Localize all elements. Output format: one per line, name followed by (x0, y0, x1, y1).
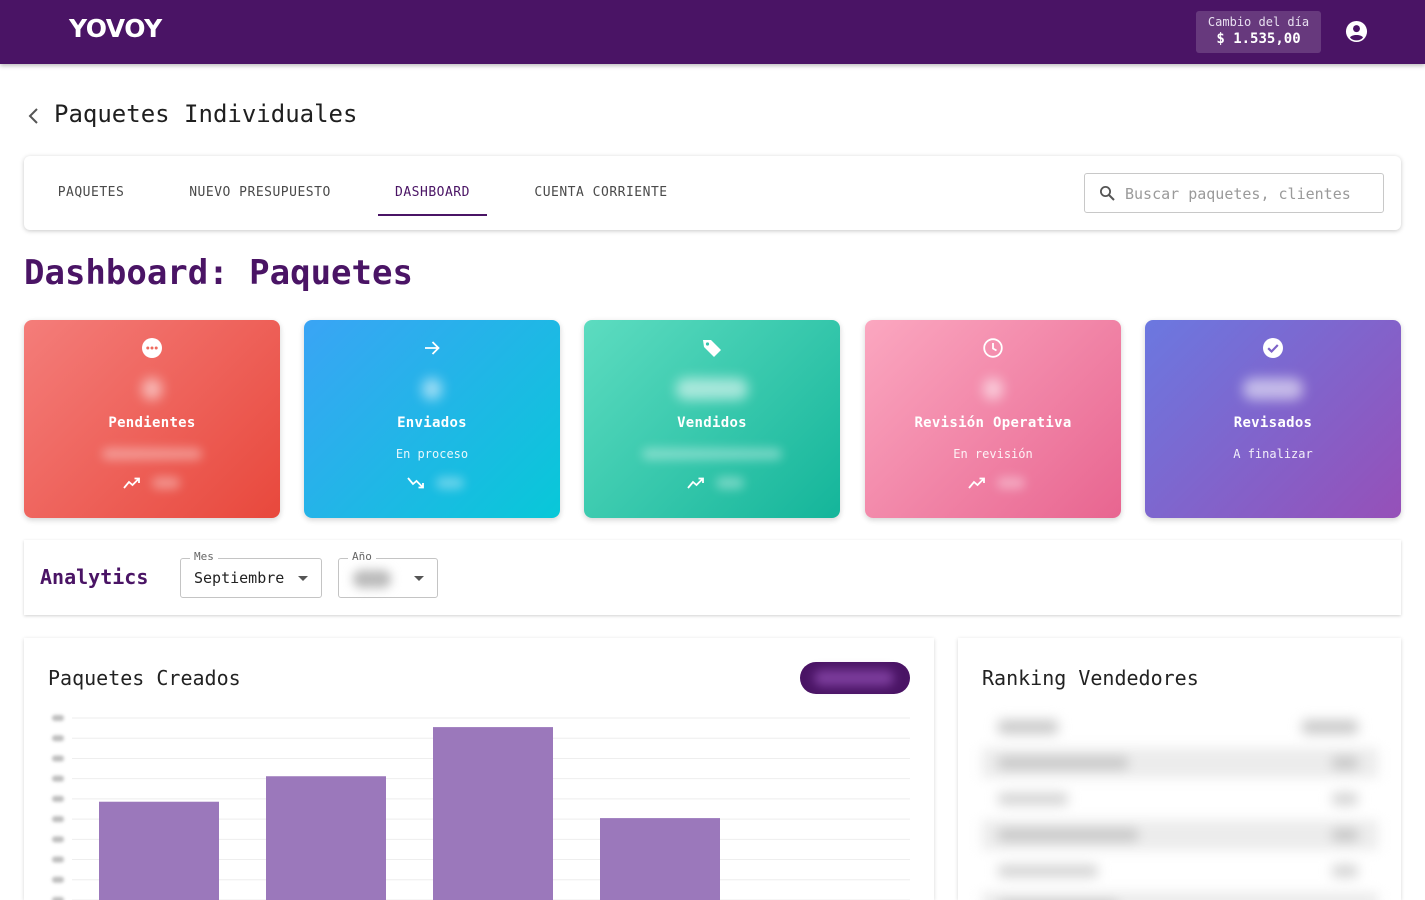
blurred-ranking-table (982, 712, 1378, 900)
blurred-trend-value (716, 477, 744, 489)
month-select[interactable]: Mes Septiembre (180, 550, 322, 598)
card-revisados[interactable]: Revisados A finalizar (1145, 320, 1401, 518)
top-app-bar: YOVOY Cambio del día $ 1.535,00 (0, 0, 1425, 64)
analytics-title: Analytics (40, 565, 149, 589)
chevron-left-icon[interactable] (26, 107, 42, 125)
more-horizontal-icon (142, 338, 162, 358)
ranking-vendedores-title: Ranking Vendedores (982, 666, 1199, 690)
blurred-y-tick-label (52, 755, 64, 762)
exchange-rate-value: $ 1.535,00 (1216, 31, 1301, 47)
table-row (982, 820, 1378, 850)
year-select-label: Año (348, 550, 376, 563)
tab-cuenta-corriente[interactable]: CUENTA CORRIENTE (520, 156, 682, 230)
tabs-card: PAQUETES NUEVO PRESUPUESTO DASHBOARD CUE… (24, 156, 1401, 230)
paquetes-creados-title: Paquetes Creados (48, 666, 241, 690)
card-pendientes[interactable]: Pendientes (24, 320, 280, 518)
blurred-y-tick-label (52, 715, 64, 721)
card-subtitle: En revisión (953, 447, 1033, 461)
table-header (982, 712, 1378, 742)
clock-icon (983, 338, 1003, 358)
tab-nuevo-presupuesto[interactable]: NUEVO PRESUPUESTO (174, 156, 346, 230)
blurred-count (983, 378, 1003, 400)
tab-dashboard[interactable]: DASHBOARD (378, 156, 487, 230)
blurred-y-tick-label (52, 735, 64, 742)
blurred-count (422, 378, 442, 400)
card-enviados[interactable]: Enviados En proceso (304, 320, 560, 518)
blurred-trend-value (152, 477, 180, 489)
blurred-y-tick-label (52, 876, 64, 883)
chart-bar[interactable] (433, 727, 553, 900)
card-subtitle: En proceso (395, 447, 469, 461)
account-circle-icon[interactable] (1345, 20, 1368, 43)
exchange-rate-label: Cambio del día (1207, 15, 1310, 29)
blurred-trend-value (997, 477, 1025, 489)
search-field[interactable] (1084, 173, 1384, 213)
tab-paquetes[interactable]: PAQUETES (42, 156, 140, 230)
blurred-y-tick-label (52, 836, 64, 843)
app-logo[interactable]: YOVOY (69, 14, 162, 43)
card-revision-operativa[interactable]: Revisión Operativa En revisión (865, 320, 1121, 518)
month-select-label: Mes (190, 550, 218, 563)
table-row (982, 784, 1378, 814)
card-label: Revisión Operativa (914, 415, 1072, 431)
exchange-rate-badge: Cambio del día $ 1.535,00 (1196, 11, 1321, 53)
dashboard-title: Dashboard: Paquetes (24, 253, 413, 293)
paquetes-creados-chart (52, 715, 910, 900)
trending-down-icon (407, 477, 424, 489)
blurred-count (142, 378, 162, 400)
search-icon (1100, 186, 1115, 201)
active-tab-indicator (378, 214, 487, 216)
year-select[interactable]: Año (338, 550, 438, 598)
blurred-trend-value (436, 477, 464, 489)
chart-bar[interactable] (600, 818, 720, 900)
paquetes-creados-panel: Paquetes Creados (24, 638, 934, 900)
table-row (982, 748, 1378, 778)
tag-icon (703, 340, 721, 357)
blurred-y-tick-label (52, 795, 64, 802)
table-row (982, 856, 1378, 886)
page-title: Paquetes Individuales (54, 100, 358, 128)
card-subtitle: A finalizar (1233, 447, 1313, 461)
card-label: Enviados (397, 415, 467, 431)
trending-up-icon (968, 477, 985, 489)
chevron-down-icon (414, 576, 424, 581)
blurred-year-value (353, 570, 391, 588)
search-input[interactable] (1125, 182, 1375, 206)
blurred-subtitle (642, 448, 782, 460)
blurred-count (676, 378, 748, 400)
card-label: Revisados (1233, 415, 1313, 431)
check-circle-icon (1263, 338, 1283, 358)
analytics-filter-bar: Analytics Mes Septiembre Año (24, 540, 1401, 615)
chart-bar[interactable] (99, 801, 219, 900)
blurred-y-tick-label (52, 816, 64, 823)
trending-up-icon (123, 477, 140, 489)
card-vendidos[interactable]: Vendidos (584, 320, 840, 518)
trending-up-icon (687, 477, 704, 489)
card-label: Vendidos (677, 415, 747, 431)
ranking-vendedores-panel: Ranking Vendedores (958, 638, 1401, 900)
card-label: Pendientes (108, 415, 196, 431)
blurred-total-badge[interactable] (800, 662, 910, 694)
month-select-value: Septiembre (194, 569, 285, 587)
chart-bar[interactable] (266, 776, 386, 900)
chevron-down-icon (298, 576, 308, 581)
arrow-right-icon (425, 341, 440, 355)
table-row (982, 892, 1378, 900)
blurred-y-tick-label (52, 856, 64, 863)
blurred-y-tick-label (52, 775, 64, 782)
blurred-subtitle (102, 448, 202, 460)
blurred-badge-text (814, 670, 894, 686)
blurred-count (1243, 378, 1303, 400)
